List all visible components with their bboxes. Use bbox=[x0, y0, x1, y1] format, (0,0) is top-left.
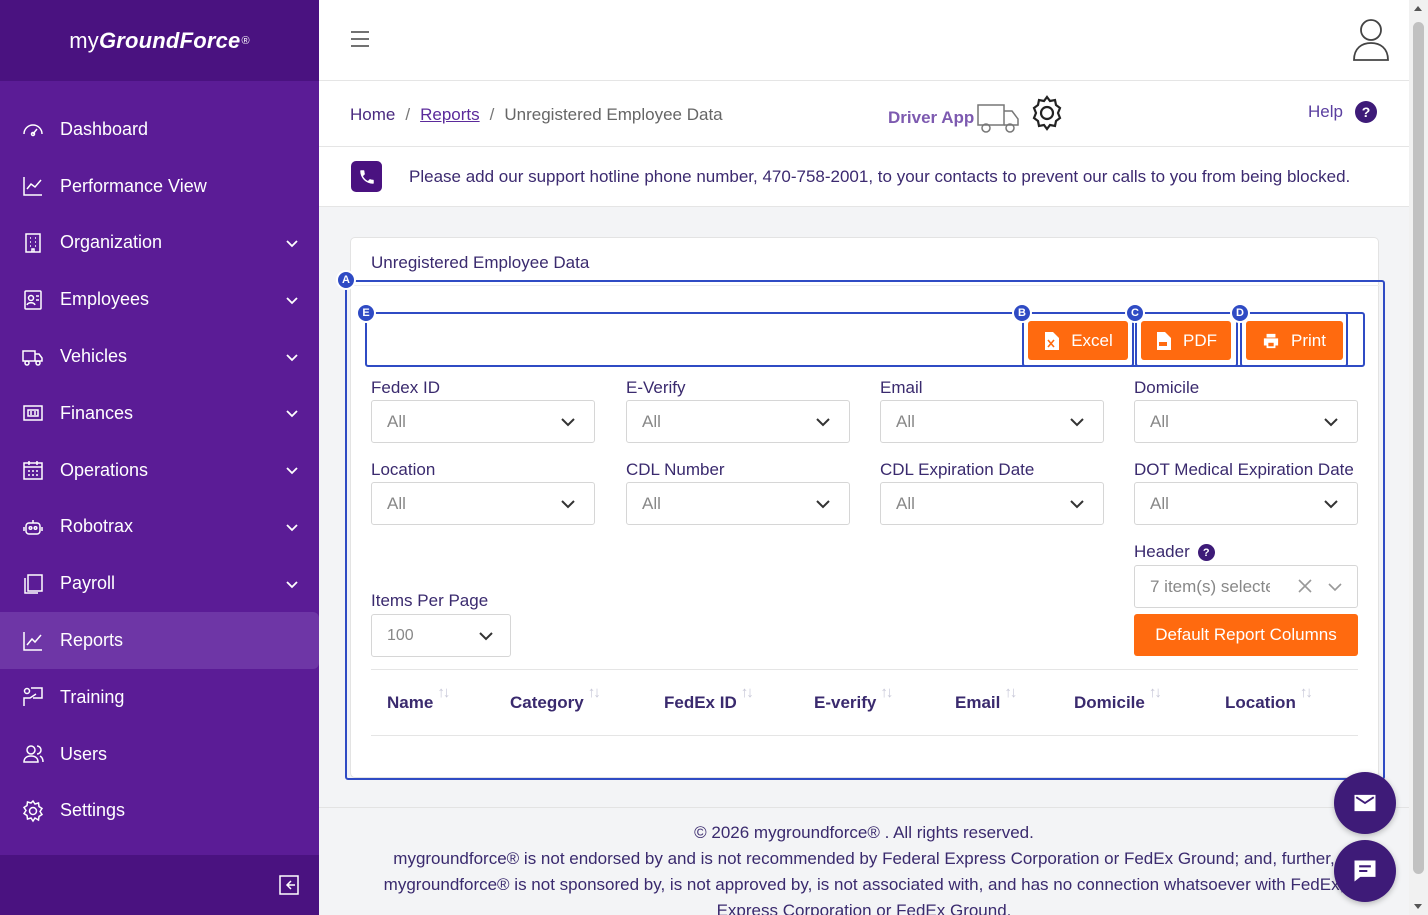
breadcrumb: Home / Reports / Unregistered Employee Data bbox=[350, 105, 723, 125]
breadcrumb-current: Unregistered Employee Data bbox=[504, 105, 723, 124]
breadcrumb-home[interactable]: Home bbox=[350, 105, 395, 124]
sidebar-footer bbox=[0, 855, 319, 915]
footer-disclaimer-3: Express Corporation or FedEx Ground. bbox=[716, 901, 1012, 915]
chevron-down-icon bbox=[285, 520, 299, 534]
annotation-badge-b: B bbox=[1012, 303, 1032, 323]
annotation-badge-a: A bbox=[336, 270, 356, 290]
building-icon bbox=[20, 230, 46, 256]
support-notice: Please add our support hotline phone num… bbox=[319, 147, 1409, 207]
sidebar-item-vehicles[interactable]: Vehicles bbox=[0, 328, 319, 385]
help-link[interactable]: Help ? bbox=[1308, 101, 1377, 123]
brand-prefix: my bbox=[69, 27, 99, 53]
gear-icon bbox=[20, 798, 46, 824]
notice-text: Please add our support hotline phone num… bbox=[409, 167, 1351, 186]
driver-app-label: Driver App bbox=[888, 108, 975, 127]
annotation-box-c bbox=[1135, 312, 1238, 367]
chevron-down-icon bbox=[285, 350, 299, 364]
help-question-icon: ? bbox=[1355, 101, 1377, 123]
phone-icon bbox=[351, 161, 382, 192]
annotation-box-d bbox=[1240, 312, 1348, 367]
scroll-up-arrow-icon[interactable] bbox=[1414, 6, 1422, 11]
footer-disclaimer-2: mygroundforce® is not sponsored by, is n… bbox=[383, 875, 1345, 894]
breadcrumb-bar: Home / Reports / Unregistered Employee Data … bbox=[319, 81, 1409, 147]
chevron-down-icon bbox=[285, 463, 299, 477]
money-icon bbox=[20, 400, 46, 426]
sidebar-item-finances[interactable]: Finances bbox=[0, 385, 319, 442]
driver-app-link[interactable]: Driver App bbox=[888, 101, 1020, 135]
sidebar-item-label: Payroll bbox=[60, 573, 116, 594]
sidebar-item-dashboard[interactable]: Dashboard bbox=[0, 101, 319, 158]
truck-icon bbox=[976, 101, 1020, 135]
chart-icon bbox=[20, 628, 46, 654]
help-label: Help bbox=[1308, 102, 1343, 121]
footer-copyright: © 2026 mygroundforce® . All rights reser… bbox=[694, 823, 1034, 842]
users-icon bbox=[20, 741, 46, 767]
card-title: Unregistered Employee Data bbox=[371, 253, 590, 272]
sidebar-item-payroll[interactable]: Payroll bbox=[0, 555, 319, 612]
presentation-icon bbox=[20, 684, 46, 710]
annotation-badge-d: D bbox=[1230, 303, 1250, 323]
sidebar-item-label: Operations bbox=[60, 459, 149, 480]
line-chart-icon bbox=[20, 173, 46, 199]
sidebar-item-settings[interactable]: Settings bbox=[0, 783, 319, 840]
id-card-icon bbox=[20, 287, 46, 313]
brand-mark: ® bbox=[241, 34, 250, 47]
sidebar-item-training[interactable]: Training bbox=[0, 669, 319, 726]
hamburger-menu-icon[interactable] bbox=[349, 28, 371, 50]
sidebar-item-label: Performance View bbox=[60, 175, 207, 196]
sidebar-item-label: Users bbox=[60, 743, 108, 764]
sidebar-item-label: Reports bbox=[60, 630, 124, 651]
settings-gear-icon[interactable] bbox=[1027, 93, 1067, 133]
chat-icon bbox=[1354, 860, 1376, 882]
sidebar-item-label: Settings bbox=[60, 800, 126, 821]
sidebar-item-employees[interactable]: Employees bbox=[0, 271, 319, 328]
truck-icon bbox=[20, 344, 46, 370]
sidebar-item-label: Employees bbox=[60, 289, 150, 310]
sidebar-item-operations[interactable]: Operations bbox=[0, 442, 319, 499]
annotation-box-b bbox=[1022, 312, 1134, 367]
robot-icon bbox=[20, 514, 46, 540]
sidebar-item-performance-view[interactable]: Performance View bbox=[0, 158, 319, 215]
page-scrollbar[interactable] bbox=[1409, 0, 1428, 915]
page-footer: © 2026 mygroundforce® . All rights reser… bbox=[319, 807, 1409, 915]
annotation-badge-c: C bbox=[1125, 303, 1145, 323]
sidebar-item-robotrax[interactable]: Robotrax bbox=[0, 499, 319, 556]
sidebar: my GroundForce ® Dashboard Performance Vie… bbox=[0, 0, 319, 915]
chevron-down-icon bbox=[285, 577, 299, 591]
scrollbar-thumb[interactable] bbox=[1413, 22, 1424, 874]
footer-disclaimer-1: mygroundforce® is not endorsed by and is… bbox=[393, 849, 1335, 868]
breadcrumb-separator: / bbox=[489, 105, 495, 124]
sidebar-item-label: Organization bbox=[60, 232, 163, 253]
chevron-down-icon bbox=[285, 236, 299, 250]
sidebar-item-label: Vehicles bbox=[60, 346, 128, 367]
calendar-icon bbox=[20, 457, 46, 483]
breadcrumb-reports[interactable]: Reports bbox=[420, 105, 480, 124]
sidebar-item-label: Robotrax bbox=[60, 516, 134, 537]
chat-fab-button[interactable] bbox=[1334, 840, 1396, 902]
top-bar bbox=[319, 0, 1409, 81]
collapse-sidebar-icon[interactable] bbox=[279, 875, 299, 895]
dashboard-icon bbox=[20, 116, 46, 142]
mail-icon bbox=[1354, 794, 1376, 812]
breadcrumb-separator: / bbox=[405, 105, 411, 124]
sidebar-item-reports[interactable]: Reports bbox=[0, 612, 319, 669]
annotation-badge-e: E bbox=[356, 303, 376, 323]
sidebar-item-organization[interactable]: Organization bbox=[0, 215, 319, 272]
brand-logo[interactable]: my GroundForce ® bbox=[0, 0, 319, 81]
user-avatar-icon[interactable] bbox=[1351, 16, 1391, 62]
chevron-down-icon bbox=[285, 406, 299, 420]
email-fab-button[interactable] bbox=[1334, 772, 1396, 834]
chevron-down-icon bbox=[285, 293, 299, 307]
sidebar-item-users[interactable]: Users bbox=[0, 726, 319, 783]
sidebar-item-label: Finances bbox=[60, 402, 134, 423]
copy-icon bbox=[20, 571, 46, 597]
brand-name: GroundForce bbox=[98, 27, 241, 53]
scroll-down-arrow-icon[interactable] bbox=[1414, 904, 1422, 909]
sidebar-nav: Dashboard Performance View Organization … bbox=[0, 81, 319, 839]
sidebar-item-label: Dashboard bbox=[60, 118, 149, 139]
sidebar-item-label: Training bbox=[60, 686, 125, 707]
